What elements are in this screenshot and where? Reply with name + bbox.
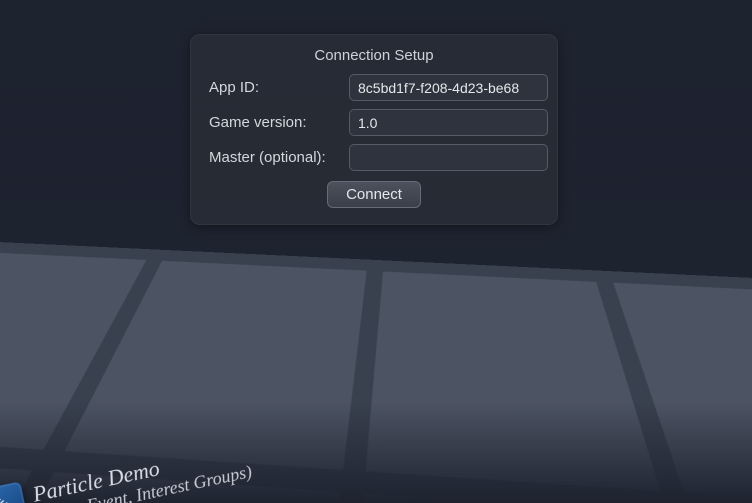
input-master[interactable] xyxy=(349,144,548,171)
panel-title: Connection Setup xyxy=(209,47,539,64)
row-app-id: App ID: xyxy=(209,74,539,101)
input-game-version[interactable] xyxy=(349,109,548,136)
connect-button[interactable]: Connect xyxy=(327,181,421,208)
connection-setup-panel: Connection Setup App ID: Game version: M… xyxy=(190,34,558,225)
button-row: Connect xyxy=(209,181,539,208)
row-game-version: Game version: xyxy=(209,109,539,136)
floor-tile xyxy=(366,271,661,491)
label-master: Master (optional): xyxy=(209,149,339,166)
floor-tile xyxy=(322,493,752,503)
label-game-version: Game version: xyxy=(209,114,339,131)
photon-swirl-icon xyxy=(0,481,31,503)
row-master: Master (optional): xyxy=(209,144,539,171)
label-app-id: App ID: xyxy=(209,79,339,96)
input-app-id[interactable] xyxy=(349,74,548,101)
